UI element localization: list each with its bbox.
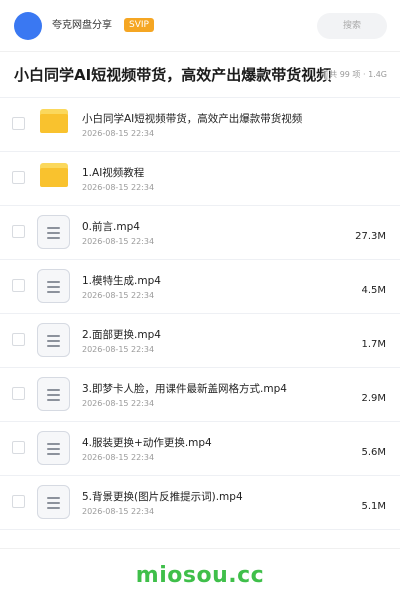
item-name: 1.模特生成.mp4	[82, 275, 161, 287]
search-input[interactable]: 搜索	[317, 13, 387, 39]
item-name: 2.面部更换.mp4	[82, 329, 161, 341]
search-placeholder: 搜索	[342, 21, 361, 31]
item-date: 2026-08-15 22:34	[82, 453, 155, 462]
file-row[interactable]: 2.面部更换.mp4 2026-08-15 22:34 1.7M	[0, 314, 400, 368]
item-name: 3.即梦卡人脸，用课件最新盖网格方式.mp4	[82, 383, 287, 395]
item-name: 4.服装更换+动作更换.mp4	[82, 437, 212, 449]
file-icon-line	[47, 399, 60, 401]
item-date: 2026-08-15 22:34	[82, 345, 155, 354]
folder-row[interactable]: 小白同学AI短视频带货，高效产出爆款带货视频 2026-08-15 22:34	[0, 98, 400, 152]
select-checkbox[interactable]	[12, 225, 25, 238]
file-icon-line	[47, 345, 60, 347]
file-icon-line	[47, 389, 60, 391]
file-icon-line	[47, 291, 60, 293]
file-row[interactable]: 4.服装更换+动作更换.mp4 2026-08-15 22:34 5.6M	[0, 422, 400, 476]
select-checkbox[interactable]	[12, 279, 25, 292]
file-icon-line	[47, 232, 60, 234]
video-file-icon	[37, 377, 70, 411]
item-size: 2.9M	[361, 393, 386, 404]
item-date: 2026-08-15 22:34	[82, 183, 155, 192]
file-list: 小白同学AI短视频带货，高效产出爆款带货视频 2026-08-15 22:34 1.…	[0, 98, 400, 530]
file-row[interactable]: 1.模特生成.mp4 2026-08-15 22:34 4.5M	[0, 260, 400, 314]
file-icon-line	[47, 453, 60, 455]
item-size: 1.7M	[361, 339, 386, 350]
video-file-icon	[37, 485, 70, 519]
top-header: 夸克网盘分享 SVIP 搜索	[0, 0, 400, 52]
select-checkbox[interactable]	[12, 333, 25, 346]
select-checkbox[interactable]	[12, 495, 25, 508]
folder-meta-text: 共 99 项 · 1.4G	[329, 70, 387, 79]
item-date: 2026-08-15 22:34	[82, 129, 155, 138]
file-icon-line	[47, 448, 60, 450]
item-size: 5.1M	[361, 501, 386, 512]
brand-watermark: miosou.cc	[135, 563, 265, 588]
file-icon-line	[47, 340, 60, 342]
item-size: 5.6M	[361, 447, 386, 458]
item-name: 0.前言.mp4	[82, 221, 140, 233]
video-file-icon	[37, 269, 70, 303]
page-title: 小白同学AI短视频带货，高效产出爆款带货视频	[14, 66, 332, 84]
select-checkbox[interactable]	[12, 441, 25, 454]
select-checkbox[interactable]	[12, 387, 25, 400]
item-size: 27.3M	[355, 231, 386, 242]
file-icon-line	[47, 502, 60, 504]
item-name: 5.背景更换(图片反推提示词).mp4	[82, 491, 243, 503]
file-icon-line	[47, 281, 60, 283]
video-file-icon	[37, 323, 70, 357]
folder-row[interactable]: 1.AI视频教程 2026-08-15 22:34	[0, 152, 400, 206]
footer: miosou.cc	[0, 548, 400, 600]
item-date: 2026-08-15 22:34	[82, 237, 155, 246]
file-icon-line	[47, 507, 60, 509]
video-file-icon	[37, 431, 70, 465]
file-icon-line	[47, 335, 60, 337]
folder-title-bar: 小白同学AI短视频带货，高效产出爆款带货视频 共 99 项 · 1.4G	[0, 52, 400, 98]
file-icon-line	[47, 443, 60, 445]
item-name: 1.AI视频教程	[82, 167, 145, 179]
folder-icon	[40, 163, 68, 187]
folder-icon	[40, 109, 68, 133]
select-checkbox[interactable]	[12, 117, 25, 130]
file-row[interactable]: 5.背景更换(图片反推提示词).mp4 2026-08-15 22:34 5.1M	[0, 476, 400, 530]
file-icon-line	[47, 286, 60, 288]
file-row[interactable]: 0.前言.mp4 2026-08-15 22:34 27.3M	[0, 206, 400, 260]
folder-icon-body	[40, 168, 68, 187]
fade-mask	[321, 69, 330, 80]
file-icon-line	[47, 497, 60, 499]
avatar[interactable]	[14, 12, 42, 40]
file-row[interactable]: 3.即梦卡人脸，用课件最新盖网格方式.mp4 2026-08-15 22:34 2.…	[0, 368, 400, 422]
video-file-icon	[37, 215, 70, 249]
select-checkbox[interactable]	[12, 171, 25, 184]
file-icon-line	[47, 237, 60, 239]
item-date: 2026-08-15 22:34	[82, 399, 155, 408]
item-size: 4.5M	[361, 285, 386, 296]
item-date: 2026-08-15 22:34	[82, 507, 155, 516]
folder-meta: 共 99 项 · 1.4G	[321, 69, 387, 81]
svip-badge: SVIP	[124, 18, 154, 32]
item-date: 2026-08-15 22:34	[82, 291, 155, 300]
folder-icon-body	[40, 114, 68, 133]
file-icon-line	[47, 227, 60, 229]
file-icon-line	[47, 394, 60, 396]
item-name: 小白同学AI短视频带货，高效产出爆款带货视频	[82, 113, 303, 125]
share-name: 夸克网盘分享	[52, 20, 112, 31]
